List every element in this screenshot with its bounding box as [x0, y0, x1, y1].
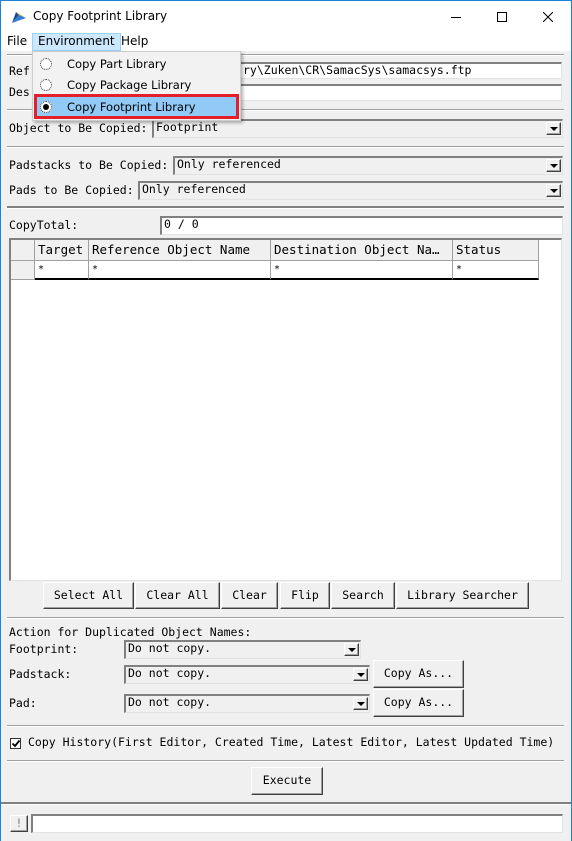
menu-item-copy-package-library[interactable]: Copy Package Library	[35, 75, 239, 96]
chevron-down-icon[interactable]	[546, 122, 561, 135]
copy-total-value: 0 / 0	[164, 217, 199, 231]
library-searcher-button[interactable]: Library Searcher	[396, 582, 529, 609]
table-cell-status[interactable]: *	[453, 261, 539, 280]
object-to-copy-label: Object to Be Copied:	[9, 121, 148, 135]
chevron-down-icon[interactable]	[546, 184, 561, 197]
copy-library-app-icon	[12, 12, 26, 23]
window-title: Copy Footprint Library	[33, 9, 168, 23]
grid-corner[interactable]	[11, 240, 35, 261]
pad-duplicate-label: Pad:	[9, 696, 37, 710]
radio-unselected-icon	[40, 58, 52, 70]
search-button[interactable]: Search	[331, 582, 395, 609]
copy-object-grid[interactable]: Target Reference Object Name Destination…	[9, 238, 562, 581]
table-cell-reference-name[interactable]: *	[89, 261, 271, 280]
footprint-duplicate-value: Do not copy.	[128, 641, 212, 655]
padstack-duplicate-combo[interactable]: Do not copy.	[124, 665, 370, 684]
menu-item-label: Copy Package Library	[67, 78, 192, 92]
table-cell-target[interactable]: *	[35, 261, 89, 280]
padstacks-combo[interactable]: Only referenced	[173, 156, 563, 175]
clear-button[interactable]: Clear	[221, 582, 278, 609]
menu-environment[interactable]: Environment	[32, 33, 121, 51]
separator	[1, 802, 571, 805]
maximize-icon	[497, 12, 507, 22]
separator	[7, 760, 564, 762]
copy-total-field: 0 / 0	[160, 216, 563, 235]
column-header-status[interactable]: Status	[453, 240, 539, 261]
column-header-destination-object-name[interactable]: Destination Object Na…	[271, 240, 453, 261]
pad-duplicate-value: Do not copy.	[128, 695, 212, 709]
padstacks-value: Only referenced	[177, 157, 281, 171]
select-all-button[interactable]: Select All	[43, 582, 134, 609]
title-bar: Copy Footprint Library	[1, 1, 571, 33]
client-area: Ref ry\Zuken\CR\SamacSys\samacsys.ftp De…	[1, 51, 571, 841]
footprint-duplicate-combo[interactable]: Do not copy.	[124, 640, 361, 659]
menu-file[interactable]: File	[1, 33, 33, 51]
execute-button[interactable]: Execute	[251, 767, 323, 795]
copy-total-label: CopyTotal:	[9, 218, 79, 232]
chevron-down-icon[interactable]	[546, 159, 561, 172]
minimize-icon	[451, 17, 461, 18]
chevron-down-icon[interactable]	[353, 668, 368, 681]
close-icon	[543, 12, 553, 22]
destination-path-field[interactable]	[239, 84, 562, 101]
copy-history-label[interactable]: Copy History(First Editor, Created Time,…	[28, 735, 554, 749]
chevron-down-icon[interactable]	[353, 697, 368, 710]
duplicates-heading: Action for Duplicated Object Names:	[9, 625, 252, 639]
menu-help[interactable]: Help	[115, 33, 154, 51]
radio-unselected-icon	[40, 79, 52, 91]
footprint-duplicate-label: Footprint:	[9, 642, 79, 656]
table-cell-destination-name[interactable]: *	[271, 261, 453, 280]
reference-label: Ref	[9, 64, 30, 78]
chevron-down-icon[interactable]	[344, 643, 359, 656]
maximize-button[interactable]	[479, 1, 525, 33]
padstacks-label: Padstacks to Be Copied:	[9, 158, 169, 172]
padstack-duplicate-label: Padstack:	[9, 667, 72, 681]
reference-path-text: ry\Zuken\CR\SamacSys\samacsys.ftp	[243, 63, 472, 77]
row-header[interactable]	[11, 261, 35, 280]
object-to-copy-value: Footprint	[156, 120, 219, 134]
close-button[interactable]	[525, 1, 571, 33]
radio-selected-icon	[40, 101, 52, 113]
separator	[7, 617, 564, 619]
copy-footprint-library-window: Copy Footprint Library File Environment …	[0, 0, 572, 841]
clear-all-button[interactable]: Clear All	[135, 582, 220, 609]
destination-label: Des	[9, 85, 30, 99]
status-message-field	[31, 814, 563, 833]
separator	[7, 146, 564, 148]
column-header-target[interactable]: Target	[35, 240, 89, 261]
minimize-button[interactable]	[433, 1, 479, 33]
pad-copy-as-button[interactable]: Copy As...	[373, 689, 464, 717]
status-alert-button[interactable]: !	[10, 815, 28, 832]
separator	[7, 725, 564, 727]
pads-value: Only referenced	[142, 182, 246, 196]
menu-item-label: Copy Part Library	[67, 57, 167, 71]
object-to-copy-combo[interactable]: Footprint	[152, 119, 563, 138]
pads-label: Pads to Be Copied:	[9, 183, 134, 197]
menu-item-label: Copy Footprint Library	[67, 100, 196, 114]
menu-item-copy-part-library[interactable]: Copy Part Library	[35, 54, 239, 75]
pad-duplicate-combo[interactable]: Do not copy.	[124, 694, 370, 713]
padstack-copy-as-button[interactable]: Copy As...	[373, 660, 464, 688]
checkmark-icon	[11, 739, 21, 748]
column-header-reference-object-name[interactable]: Reference Object Name	[89, 240, 271, 261]
flip-button[interactable]: Flip	[280, 582, 330, 609]
separator	[7, 206, 564, 209]
padstack-duplicate-value: Do not copy.	[128, 666, 212, 680]
copy-history-checkbox[interactable]	[10, 738, 21, 749]
menu-item-copy-footprint-library[interactable]: Copy Footprint Library	[35, 97, 239, 118]
menu-bar: File Environment Help	[1, 33, 571, 51]
reference-path-field[interactable]: ry\Zuken\CR\SamacSys\samacsys.ftp	[239, 62, 562, 79]
environment-menu-dropdown: Copy Part Library Copy Package Library C…	[32, 51, 241, 121]
pads-combo[interactable]: Only referenced	[138, 181, 563, 200]
